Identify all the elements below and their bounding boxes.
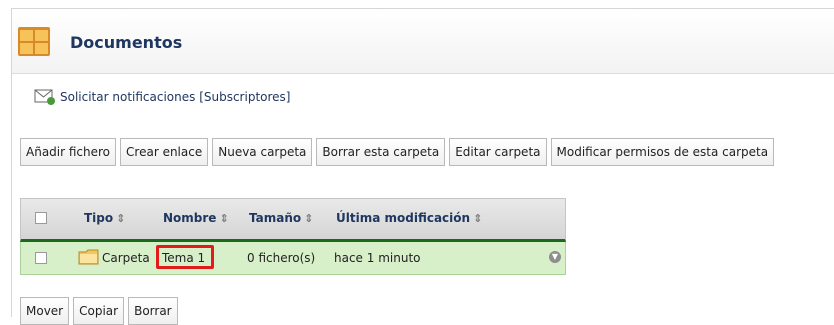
sort-icon: ⇕ <box>116 212 126 225</box>
page-header: Documentos <box>12 9 834 74</box>
move-button[interactable]: Mover <box>20 297 70 325</box>
edit-folder-button[interactable]: Editar carpeta <box>449 138 547 166</box>
documents-panel: Documentos Solicitar notificaciones [Sub… <box>11 8 834 325</box>
delete-button[interactable]: Borrar <box>128 297 178 325</box>
add-file-button[interactable]: Añadir fichero <box>20 138 117 166</box>
folder-toolbar: Añadir fichero Crear enlace Nueva carpet… <box>20 138 778 166</box>
new-folder-button[interactable]: Nueva carpeta <box>212 138 313 166</box>
subscribe-notifications-link[interactable]: Solicitar notificaciones [Subscriptores] <box>34 88 290 106</box>
chevron-down-icon[interactable]: ▼ <box>549 251 561 263</box>
row-size: 0 fichero(s) <box>247 251 316 265</box>
documents-table: Tipo ⇕ Nombre ⇕ Tamaño ⇕ Última modificació… <box>20 198 566 275</box>
row-checkbox[interactable] <box>35 252 47 264</box>
subscribe-notifications-label: Solicitar notificaciones [Subscriptores] <box>60 90 291 104</box>
folder-cabinet-icon <box>18 27 50 56</box>
envelope-subscribe-icon <box>34 89 55 105</box>
column-size-header[interactable]: Tamaño ⇕ <box>249 211 313 225</box>
selection-actions: Mover Copiar Borrar <box>20 297 182 325</box>
delete-folder-button[interactable]: Borrar esta carpeta <box>316 138 446 166</box>
sort-icon: ⇕ <box>219 212 229 225</box>
row-type: Carpeta <box>102 251 150 265</box>
create-link-button[interactable]: Crear enlace <box>120 138 209 166</box>
column-name-header[interactable]: Nombre ⇕ <box>163 211 229 225</box>
sort-icon: ⇕ <box>473 212 483 225</box>
folder-icon <box>78 249 99 265</box>
page-title: Documentos <box>70 33 183 52</box>
copy-button[interactable]: Copiar <box>73 297 125 325</box>
highlight-box <box>156 245 214 269</box>
table-header: Tipo ⇕ Nombre ⇕ Tamaño ⇕ Última modificació… <box>20 198 566 242</box>
table-row[interactable]: Carpeta Tema 1 0 fichero(s) hace 1 minut… <box>20 242 566 275</box>
select-all-checkbox[interactable] <box>35 212 47 224</box>
modify-permissions-button[interactable]: Modificar permisos de esta carpeta <box>550 138 775 166</box>
column-type-header[interactable]: Tipo ⇕ <box>84 211 125 225</box>
row-modified: hace 1 minuto <box>334 251 421 265</box>
sort-icon: ⇕ <box>304 212 314 225</box>
column-modified-header[interactable]: Última modificación ⇕ <box>336 211 482 225</box>
